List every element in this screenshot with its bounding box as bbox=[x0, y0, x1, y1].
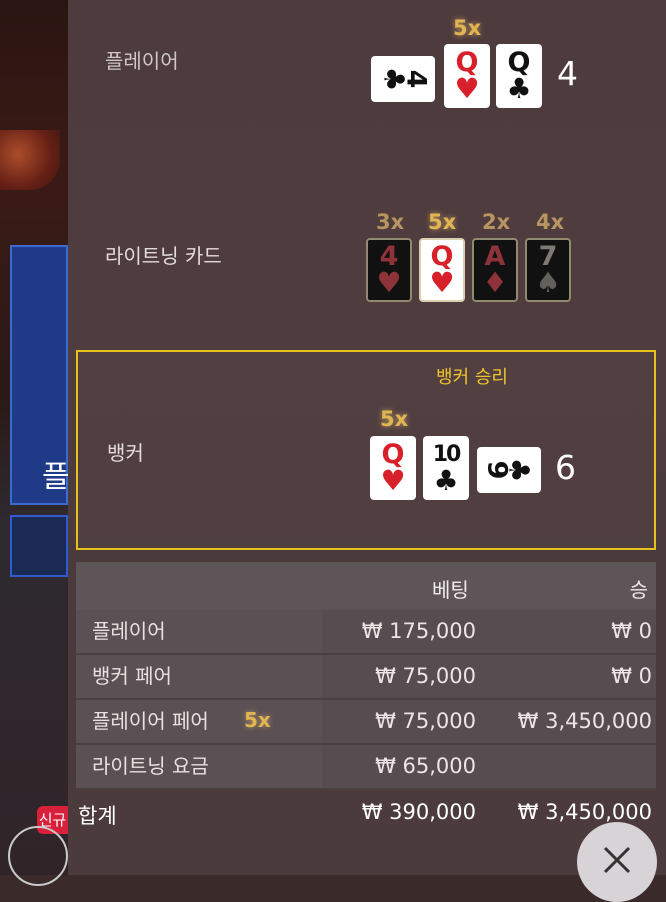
card-suit: ♥ bbox=[380, 464, 406, 497]
card-suit: ♣ bbox=[506, 72, 532, 105]
background-player-text: 플 bbox=[42, 460, 70, 495]
background-player-bet-spot: 플 bbox=[10, 245, 70, 505]
lightning-card-2: Q ♥ bbox=[419, 238, 465, 302]
bet-name: 라이트닝 요금 bbox=[76, 745, 322, 788]
table-row: 라이트닝 요금 ₩ 65,000 bbox=[76, 745, 656, 790]
bet-name: 뱅커 페어 bbox=[76, 655, 322, 698]
card-suit: ♥ bbox=[429, 266, 455, 299]
lightning-multiplier-1: 3x bbox=[376, 210, 405, 234]
table-header: 베팅 승 bbox=[76, 562, 656, 610]
player-row-label: 플레이어 bbox=[105, 49, 179, 73]
bet-amount: ₩ 65,000 bbox=[375, 754, 476, 778]
win-column-header: 승 bbox=[629, 578, 648, 602]
total-row: 합계 ₩ 390,000 ₩ 3,450,000 bbox=[76, 790, 656, 836]
card-rank: 4 bbox=[400, 69, 432, 89]
banker-card-multiplier: 5x bbox=[380, 407, 409, 431]
background-bet-spot bbox=[10, 515, 68, 577]
card-suit: ♠ bbox=[535, 266, 561, 299]
player-card-2: Q ♥ bbox=[444, 44, 490, 108]
lightning-multiplier-2: 5x bbox=[428, 210, 457, 234]
lightning-card-1: 4 ♥ bbox=[366, 238, 412, 302]
player-card-1: ♣ 4 bbox=[371, 56, 435, 102]
table-row: 플레이어 페어 5x ₩ 75,000 ₩ 3,450,000 bbox=[76, 700, 656, 745]
bet-amount: ₩ 175,000 bbox=[361, 619, 476, 643]
close-button[interactable] bbox=[577, 822, 657, 902]
close-icon bbox=[603, 846, 631, 874]
lightning-card-3: A ♦ bbox=[472, 238, 518, 302]
lightning-card-4: 7 ♠ bbox=[525, 238, 571, 302]
table-row: 플레이어 ₩ 175,000 ₩ 0 bbox=[76, 610, 656, 655]
win-amount: ₩ 0 bbox=[611, 619, 652, 643]
player-card-3: Q ♣ bbox=[496, 44, 542, 108]
table-row: 뱅커 페어 ₩ 75,000 ₩ 0 bbox=[76, 655, 656, 700]
card-suit: ♣ bbox=[502, 457, 536, 483]
lightning-multiplier-4: 4x bbox=[536, 210, 565, 234]
win-amount: ₩ 3,450,000 bbox=[517, 709, 652, 733]
bet-multiplier: 5x bbox=[244, 708, 271, 732]
bet-amount: ₩ 75,000 bbox=[375, 709, 476, 733]
win-amount: ₩ 0 bbox=[611, 664, 652, 688]
total-bet: ₩ 390,000 bbox=[361, 800, 476, 824]
win-amount bbox=[488, 745, 652, 788]
chat-icon[interactable] bbox=[8, 826, 68, 886]
banker-card-1: Q ♥ bbox=[370, 436, 416, 500]
card-suit: ♥ bbox=[376, 266, 402, 299]
total-label: 합계 bbox=[78, 804, 117, 828]
card-suit: ♣ bbox=[433, 464, 459, 497]
total-win: ₩ 3,450,000 bbox=[517, 800, 652, 824]
banker-row-label: 뱅커 bbox=[107, 441, 144, 465]
background-game-area: 플 신규 bbox=[0, 0, 70, 886]
bet-name: 플레이어 페어 bbox=[76, 700, 322, 743]
card-suit: ♦ bbox=[482, 266, 508, 299]
lightning-multiplier-3: 2x bbox=[482, 210, 511, 234]
bet-summary-table: 베팅 승 플레이어 ₩ 175,000 ₩ 0 뱅커 페어 ₩ 75,000 ₩… bbox=[76, 562, 656, 836]
bet-column-header: 베팅 bbox=[432, 578, 469, 602]
bet-amount: ₩ 75,000 bbox=[375, 664, 476, 688]
bet-name: 플레이어 bbox=[76, 610, 322, 653]
player-score: 4 bbox=[557, 54, 578, 93]
table-felt bbox=[0, 130, 60, 190]
banker-win-label: 뱅커 승리 bbox=[436, 367, 508, 388]
card-suit: ♥ bbox=[454, 72, 480, 105]
banker-card-3: 9 ♣ bbox=[477, 447, 541, 493]
lightning-cards-label: 라이트닝 카드 bbox=[105, 244, 222, 268]
banker-card-2: 10 ♣ bbox=[423, 436, 469, 500]
banker-score: 6 bbox=[555, 448, 576, 487]
player-card-multiplier: 5x bbox=[453, 16, 482, 40]
